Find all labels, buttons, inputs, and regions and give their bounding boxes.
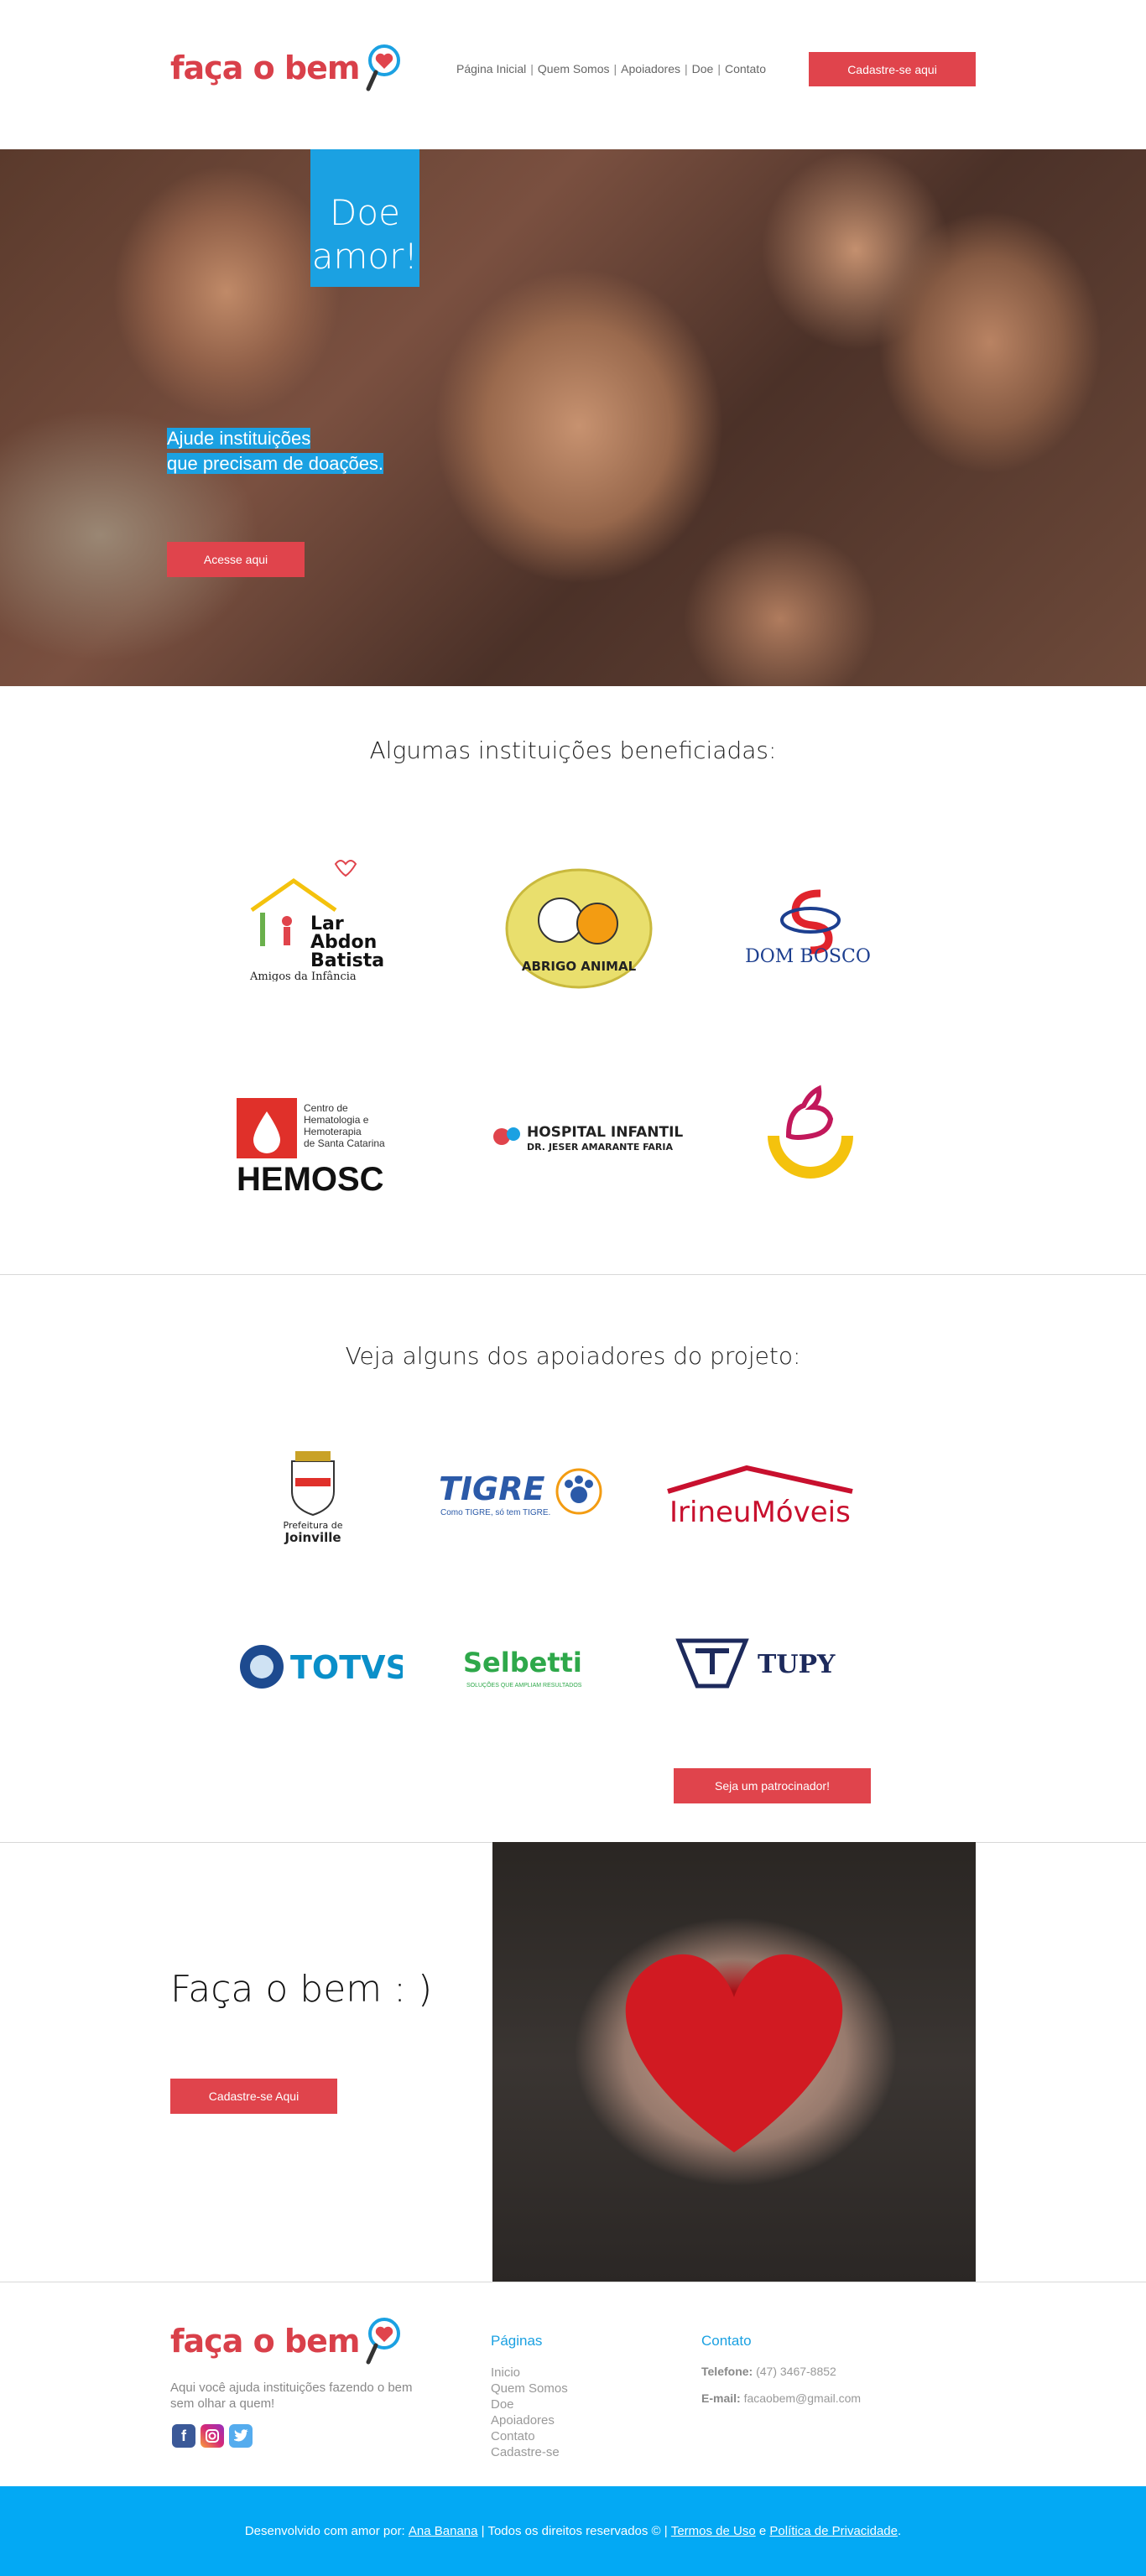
footer-link-contact[interactable]: Contato	[491, 2428, 568, 2444]
dombosco-text: DOM BOSCO	[745, 946, 871, 967]
hemosc-sub3: Hemoterapia	[304, 1126, 362, 1137]
hospital-line2: DR. JESER AMARANTE FARIA	[527, 1142, 673, 1153]
phone-label: Telefone:	[701, 2365, 753, 2378]
footer-link-signup[interactable]: Cadastre-se	[491, 2444, 568, 2460]
hospital-line1: HOSPITAL INFANTIL	[527, 1124, 683, 1141]
lar-sub: Amigos da Infância	[249, 971, 357, 981]
social-links: f	[172, 2424, 253, 2448]
site-footer: faça o bem Aqui você ajuda instituições …	[0, 2282, 1146, 2486]
signup-button[interactable]: Cadastre-se aqui	[809, 52, 976, 86]
selbetti-logo[interactable]: Selbetti SOLUÇÕES QUE AMPLIAM RESULTADOS	[460, 1640, 586, 1694]
abrigo-animal-logo[interactable]: ABRIGO ANIMAL	[503, 868, 654, 990]
footer-link-supporters[interactable]: Apoiadores	[491, 2412, 568, 2428]
hemosc-sub4: de Santa Catarina	[304, 1137, 385, 1149]
copyright-and: e	[758, 2524, 767, 2538]
irineu-moveis-logo[interactable]: IrineuMóveis	[663, 1463, 856, 1530]
logo-text: faça o bem	[170, 49, 360, 86]
hand-heart-logo[interactable]	[748, 1077, 866, 1194]
nav-supporters[interactable]: Apoiadores	[621, 62, 680, 75]
hemosc-text: HEMOSC	[237, 1161, 384, 1195]
privacy-link[interactable]: Política de Privacidade	[769, 2524, 898, 2538]
instagram-icon[interactable]	[201, 2424, 224, 2448]
nav-home[interactable]: Página Inicial	[456, 62, 526, 75]
section-divider	[0, 1274, 1146, 1275]
footer-contact-column: Contato Telefone: (47) 3467-8852 E-mail:…	[701, 2333, 861, 2418]
footer-link-about[interactable]: Quem Somos	[491, 2381, 568, 2396]
tupy-text: TUPY	[758, 1650, 836, 1679]
tigre-sub: Como TIGRE, só tem TIGRE.	[440, 1508, 550, 1517]
footer-description: Aqui você ajuda instituições fazendo o b…	[170, 2381, 413, 2411]
site-header: faça o bem Página Inicial | Quem Somos | A…	[0, 0, 1146, 149]
terms-link[interactable]: Termos de Uso	[671, 2524, 756, 2538]
hospital-infantil-logo[interactable]: HOSPITAL INFANTIL DR. JESER AMARANTE FAR…	[485, 1116, 686, 1158]
hero-tagline: Ajude instituições que precisam de doaçõ…	[167, 426, 384, 476]
hands-heart-image	[492, 1842, 976, 2282]
footer-email: E-mail: facaobem@gmail.com	[701, 2391, 861, 2405]
hero-badge-line1: Doe	[330, 192, 400, 233]
nav-contact[interactable]: Contato	[725, 62, 766, 75]
twitter-icon[interactable]	[229, 2424, 253, 2448]
hero-banner: Doe amor! Ajude instituições que precisa…	[0, 149, 1146, 686]
tigre-logo[interactable]: TIGRE Como TIGRE, só tem TIGRE.	[432, 1461, 608, 1524]
hero-tagline-line1: Ajude instituições	[167, 428, 311, 449]
tupy-logo[interactable]: TUPY	[674, 1636, 841, 1694]
lar-line3: Batista	[310, 950, 384, 971]
hero-access-button[interactable]: Acesse aqui	[167, 542, 305, 577]
email-value[interactable]: facaobem@gmail.com	[744, 2391, 862, 2405]
totvs-text: TOTVS	[290, 1649, 403, 1686]
totvs-logo[interactable]: TOTVS	[235, 1640, 403, 1694]
hero-badge-line2: amor!	[311, 236, 419, 277]
joinville-logo[interactable]: Prefeitura de Joinville	[267, 1444, 359, 1545]
email-label: E-mail:	[701, 2391, 741, 2405]
hero-tagline-line2: que precisam de doações.	[167, 453, 384, 474]
cta-section: Faça o bem : ) Cadastre-se Aqui	[0, 1842, 1146, 2282]
selbetti-text: Selbetti	[463, 1647, 582, 1678]
copyright-suffix: .	[898, 2524, 902, 2538]
magnifier-heart-icon	[364, 44, 403, 92]
footer-pages-column: Páginas Inicio Quem Somos Doe Apoiadores…	[491, 2333, 568, 2460]
cta-title: Faça o bem : )	[170, 1968, 433, 2011]
selbetti-sub: SOLUÇÕES QUE AMPLIAM RESULTADOS	[466, 1681, 582, 1689]
phone-value: (47) 3467-8852	[756, 2365, 836, 2378]
irineu-text: IrineuMóveis	[669, 1496, 851, 1529]
hemosc-logo[interactable]: Centro de Hematologia e Hemoterapia de S…	[233, 1095, 401, 1195]
footer-contact-title: Contato	[701, 2333, 752, 2349]
copyright-bar: Desenvolvido com amor por: Ana Banana | …	[0, 2486, 1146, 2576]
nav-donate[interactable]: Doe	[692, 62, 714, 75]
main-nav: Página Inicial | Quem Somos | Apoiadores | …	[456, 62, 766, 75]
tigre-text: TIGRE	[439, 1470, 545, 1507]
hero-badge: Doe amor!	[310, 149, 419, 287]
facebook-icon[interactable]: f	[172, 2424, 195, 2448]
cta-signup-button[interactable]: Cadastre-se Aqui	[170, 2079, 337, 2114]
become-sponsor-button[interactable]: Seja um patrocinador!	[674, 1768, 871, 1803]
abrigo-text: ABRIGO ANIMAL	[522, 959, 637, 974]
magnifier-heart-icon	[364, 2317, 403, 2365]
footer-phone: Telefone: (47) 3467-8852	[701, 2365, 861, 2378]
sponsors-title: Veja alguns dos apoiadores do projeto:	[345, 1342, 801, 1370]
footer-logo[interactable]: faça o bem	[170, 2317, 403, 2365]
footer-logo-text: faça o bem	[170, 2323, 360, 2360]
site-logo[interactable]: faça o bem	[170, 44, 403, 92]
joinville-line2: Joinville	[284, 1530, 341, 1545]
hemosc-sub1: Centro de	[304, 1102, 348, 1114]
copyright-middle: | Todos os direitos reservados © |	[481, 2524, 668, 2538]
dom-bosco-logo[interactable]: DOM BOSCO	[737, 885, 879, 969]
footer-pages-title: Páginas	[491, 2333, 543, 2349]
nav-about[interactable]: Quem Somos	[538, 62, 610, 75]
institutions-title: Algumas instituições beneficiadas:	[369, 736, 777, 764]
hemosc-sub2: Hematologia e	[304, 1114, 369, 1126]
lar-abdon-logo[interactable]: Lar Abdon Batista Amigos da Infância	[235, 847, 394, 981]
footer-link-donate[interactable]: Doe	[491, 2396, 568, 2412]
copyright-prefix: Desenvolvido com amor por:	[244, 2524, 405, 2538]
author-link[interactable]: Ana Banana	[409, 2524, 478, 2538]
footer-link-home[interactable]: Inicio	[491, 2365, 568, 2381]
